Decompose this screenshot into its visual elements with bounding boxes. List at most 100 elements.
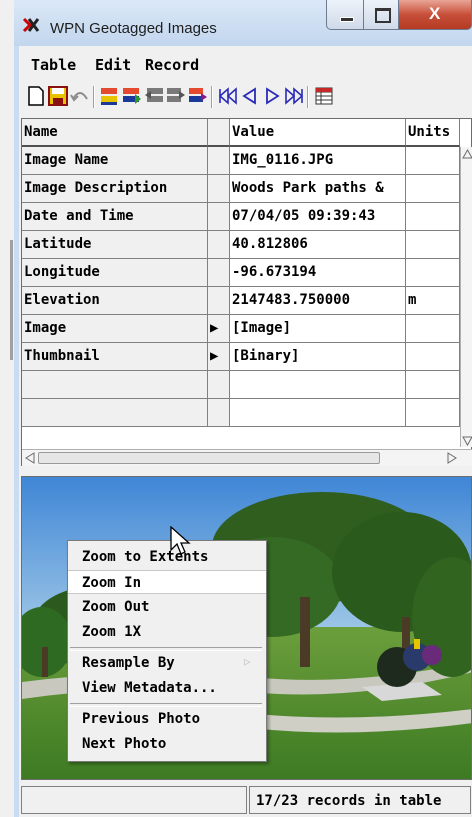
status-message bbox=[21, 786, 247, 814]
save-icon[interactable] bbox=[47, 85, 69, 109]
menu-item-zoom-1x[interactable]: Zoom 1X bbox=[68, 620, 266, 644]
expand-marker-cell[interactable] bbox=[208, 259, 230, 287]
menu-item-resample-by[interactable]: Resample By ▷ bbox=[68, 651, 266, 675]
field-units-cell[interactable] bbox=[406, 343, 460, 371]
new-icon[interactable] bbox=[25, 85, 47, 109]
field-name-cell[interactable]: Date and Time bbox=[22, 203, 208, 231]
expand-marker-cell[interactable]: ▶ bbox=[208, 343, 230, 371]
expand-marker-cell[interactable] bbox=[208, 371, 230, 399]
window-title: WPN Geotagged Images bbox=[50, 20, 217, 37]
client-area: Table Edit Record Name Value Units Image… bbox=[19, 46, 472, 817]
field-value-cell[interactable] bbox=[230, 371, 406, 399]
field-name-cell[interactable]: Latitude bbox=[22, 231, 208, 259]
table-row[interactable]: Elevation 2147483.750000 m bbox=[22, 287, 472, 315]
field-value-cell[interactable]: Woods Park paths & bbox=[230, 175, 406, 203]
previous-record-icon[interactable] bbox=[239, 85, 261, 109]
delete-record-icon[interactable] bbox=[143, 85, 165, 109]
expand-marker-cell[interactable] bbox=[208, 399, 230, 427]
table-row[interactable]: Thumbnail ▶ [Binary] bbox=[22, 343, 472, 371]
menu-record[interactable]: Record bbox=[145, 56, 199, 74]
column-header-value[interactable]: Value bbox=[230, 119, 406, 147]
undo-icon[interactable] bbox=[69, 85, 91, 109]
last-record-icon[interactable] bbox=[283, 85, 305, 109]
app-window: WPN Geotagged Images X Table Edit Record bbox=[0, 0, 472, 817]
submenu-arrow-icon: ▷ bbox=[244, 655, 251, 668]
field-value-cell[interactable]: IMG_0116.JPG bbox=[230, 147, 406, 175]
close-button[interactable]: X bbox=[398, 0, 472, 30]
copy-record-icon[interactable] bbox=[121, 85, 143, 109]
vertical-scrollbar[interactable] bbox=[460, 147, 472, 447]
field-name-cell[interactable]: Longitude bbox=[22, 259, 208, 287]
field-name-cell[interactable]: Image bbox=[22, 315, 208, 343]
field-value-cell[interactable]: 40.812806 bbox=[230, 231, 406, 259]
context-menu: Zoom to Extents Zoom In Zoom Out Zoom 1X… bbox=[67, 540, 267, 762]
edit-record-icon[interactable] bbox=[187, 85, 209, 109]
table-row[interactable]: Image ▶ [Image] bbox=[22, 315, 472, 343]
app-icon bbox=[22, 16, 40, 34]
field-units-cell[interactable] bbox=[406, 231, 460, 259]
expand-marker-cell[interactable]: ▶ bbox=[208, 315, 230, 343]
column-header-name[interactable]: Name bbox=[22, 119, 208, 147]
field-units-cell[interactable] bbox=[406, 259, 460, 287]
field-name-cell[interactable]: Thumbnail bbox=[22, 343, 208, 371]
maximize-button[interactable] bbox=[363, 0, 399, 30]
mouse-pointer-icon bbox=[170, 526, 191, 555]
field-name-cell[interactable]: Image Name bbox=[22, 147, 208, 175]
expand-marker-cell[interactable] bbox=[208, 231, 230, 259]
field-units-cell[interactable] bbox=[406, 147, 460, 175]
toolbar bbox=[19, 82, 472, 112]
table-row[interactable] bbox=[22, 371, 472, 399]
column-header-marker[interactable] bbox=[208, 119, 230, 147]
expand-marker-cell[interactable] bbox=[208, 203, 230, 231]
record-count: 17/23 records in table bbox=[249, 786, 471, 814]
next-record-icon[interactable] bbox=[261, 85, 283, 109]
table-row[interactable]: Image Name IMG_0116.JPG bbox=[22, 147, 472, 175]
field-units-cell[interactable] bbox=[406, 175, 460, 203]
table-row[interactable]: Latitude 40.812806 bbox=[22, 231, 472, 259]
table-row[interactable]: Image Description Woods Park paths & bbox=[22, 175, 472, 203]
field-units-cell[interactable] bbox=[406, 203, 460, 231]
field-value-cell[interactable]: [Image] bbox=[230, 315, 406, 343]
field-units-cell[interactable] bbox=[406, 371, 460, 399]
pane-splitter[interactable] bbox=[19, 468, 472, 476]
table-row[interactable]: Date and Time 07/04/05 09:39:43 bbox=[22, 203, 472, 231]
field-units-cell[interactable] bbox=[406, 315, 460, 343]
status-bar: 17/23 records in table bbox=[19, 784, 472, 817]
maximize-icon bbox=[375, 8, 391, 23]
horizontal-scrollbar[interactable] bbox=[22, 449, 472, 466]
field-value-cell[interactable]: 2147483.750000 bbox=[230, 287, 406, 315]
table-row[interactable]: Longitude -96.673194 bbox=[22, 259, 472, 287]
first-record-icon[interactable] bbox=[217, 85, 239, 109]
resample-by-label: Resample By bbox=[82, 655, 175, 671]
table-row[interactable] bbox=[22, 399, 472, 427]
minimize-button[interactable] bbox=[326, 0, 364, 30]
field-name-cell[interactable] bbox=[22, 399, 208, 427]
menu-table[interactable]: Table bbox=[31, 56, 76, 74]
expand-marker-cell[interactable] bbox=[208, 287, 230, 315]
expand-marker-cell[interactable] bbox=[208, 175, 230, 203]
menu-item-zoom-out[interactable]: Zoom Out bbox=[68, 595, 266, 619]
scroll-arrows-icon bbox=[462, 148, 472, 447]
field-name-cell[interactable]: Elevation bbox=[22, 287, 208, 315]
field-value-cell[interactable] bbox=[230, 399, 406, 427]
menu-item-zoom-in[interactable]: Zoom In bbox=[68, 570, 266, 594]
column-header-units[interactable]: Units bbox=[406, 119, 460, 147]
insert-record-icon[interactable] bbox=[99, 85, 121, 109]
title-bar[interactable]: WPN Geotagged Images X bbox=[14, 0, 472, 46]
menu-item-next-photo[interactable]: Next Photo bbox=[68, 732, 266, 756]
field-name-cell[interactable] bbox=[22, 371, 208, 399]
menu-item-previous-photo[interactable]: Previous Photo bbox=[68, 707, 266, 731]
menu-edit[interactable]: Edit bbox=[95, 56, 131, 74]
field-value-cell[interactable]: 07/04/05 09:39:43 bbox=[230, 203, 406, 231]
menu-item-view-metadata[interactable]: View Metadata... bbox=[68, 676, 266, 700]
field-value-cell[interactable]: [Binary] bbox=[230, 343, 406, 371]
field-value-cell[interactable]: -96.673194 bbox=[230, 259, 406, 287]
field-units-cell[interactable]: m bbox=[406, 287, 460, 315]
caption-buttons: X bbox=[326, 0, 472, 30]
field-name-cell[interactable]: Image Description bbox=[22, 175, 208, 203]
append-record-icon[interactable] bbox=[165, 85, 187, 109]
tabular-view-icon[interactable] bbox=[313, 85, 335, 109]
field-units-cell[interactable] bbox=[406, 399, 460, 427]
menu-item-zoom-to-extents[interactable]: Zoom to Extents bbox=[68, 545, 266, 569]
expand-marker-cell[interactable] bbox=[208, 147, 230, 175]
